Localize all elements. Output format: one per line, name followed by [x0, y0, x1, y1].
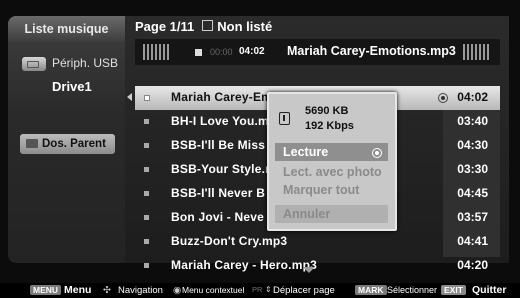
mark-checkbox[interactable] [144, 239, 149, 244]
menu-item-label: Lecture [283, 145, 329, 159]
track-name: BSB-Your Style.n [171, 162, 273, 176]
now-playing-title: Mariah Carey-Emotions.mp3 [287, 44, 456, 58]
tab-music-list[interactable]: Liste musique [8, 16, 125, 42]
menu-item-label: Marquer tout [283, 183, 360, 197]
file-size: 5690 KB [305, 105, 349, 117]
track-duration: 04:41 [457, 234, 488, 248]
menu-item-label: Lect. avec photo [283, 165, 382, 179]
context-menu-hint: Menu contextuel [182, 285, 245, 295]
drive-label[interactable]: Drive1 [52, 79, 92, 94]
checkbox-icon [202, 20, 214, 31]
mark-checkbox[interactable] [144, 167, 149, 172]
page-header: Page 1/11 Non listé [135, 19, 272, 34]
parent-folder-button[interactable]: Dos. Parent [20, 134, 115, 154]
mark-checkbox[interactable] [144, 119, 149, 124]
mark-checkbox[interactable] [144, 215, 149, 220]
page-move-hint: Déplacer page [273, 285, 335, 296]
exit-key: EXIT [441, 285, 466, 295]
menu-hint: Menu [64, 284, 92, 296]
track-name: BSB-I'll Never B [171, 186, 266, 200]
track-duration: 03:57 [457, 210, 488, 224]
exit-hint: Quitter [472, 284, 507, 296]
track-duration: 03:40 [457, 114, 488, 128]
equalizer-icon [143, 44, 169, 60]
track-name: Bon Jovi - Neve [171, 210, 265, 224]
filter-label: Non listé [217, 19, 273, 34]
menu-item-mark-all[interactable]: Marquer tout [275, 181, 388, 199]
now-playing-bar: 00:00 04:02 Mariah Carey-Emotions.mp3 [135, 39, 500, 65]
track-row[interactable]: Buzz-Don't Cry.mp3 04:41 [135, 230, 500, 254]
track-name: BH-I Love You.m [171, 114, 269, 128]
menu-item-play-with-photo[interactable]: Lect. avec photo [275, 163, 388, 181]
track-name: Buzz-Don't Cry.mp3 [171, 234, 288, 248]
page-indicator: Page 1/11 [135, 19, 195, 34]
folder-icon [26, 139, 38, 148]
equalizer-icon [463, 44, 489, 60]
navigation-hint: Navigation [118, 285, 163, 296]
page-key-icon: ⇕ [265, 285, 272, 294]
device-label: Périph. USB [52, 56, 119, 70]
track-duration: 03:30 [457, 162, 488, 176]
footer-hints: MENU Menu ✣ Navigation ◉ Menu contextuel… [0, 283, 520, 298]
mark-key: MARK [355, 285, 387, 295]
track-duration: 04:45 [457, 186, 488, 200]
track-row[interactable]: Mariah Carey - Hero.mp3 04:20 [135, 254, 500, 278]
left-arrow-icon [127, 93, 132, 101]
mark-checkbox[interactable] [144, 191, 149, 196]
track-duration: 04:30 [457, 138, 488, 152]
playing-icon [438, 93, 448, 103]
menu-item-label: Annuler [283, 207, 331, 221]
menu-item-play[interactable]: Lecture [275, 143, 388, 161]
info-icon [279, 112, 290, 125]
bitrate: 192 Kbps [305, 120, 354, 132]
track-duration: 04:02 [457, 90, 488, 104]
mark-checkbox[interactable] [144, 263, 149, 268]
elapsed-time: 04:02 [239, 46, 265, 57]
track-name: BSB-I'll Be Miss [171, 138, 266, 152]
scroll-down-icon[interactable] [303, 267, 315, 273]
radio-selected-icon [372, 148, 382, 158]
mark-checkbox[interactable] [144, 95, 150, 101]
track-name: Mariah Carey - Hero.mp3 [171, 258, 317, 272]
select-hint: Sélectionner [387, 285, 438, 295]
navigation-icon: ✣ [103, 285, 111, 296]
menu-item-cancel[interactable]: Annuler [275, 205, 388, 223]
usb-icon [22, 57, 46, 71]
page-key: PR [252, 285, 263, 294]
elapsed-dim: 00:00 [210, 47, 233, 57]
parent-folder-label: Dos. Parent [42, 138, 106, 150]
stop-icon [195, 49, 202, 56]
menu-key: MENU [30, 285, 62, 295]
mark-checkbox[interactable] [144, 143, 149, 148]
context-menu: 5690 KB 192 Kbps Lecture Lect. avec phot… [267, 92, 397, 231]
track-duration: 04:20 [457, 258, 488, 272]
ok-icon: ◉ [173, 285, 182, 296]
